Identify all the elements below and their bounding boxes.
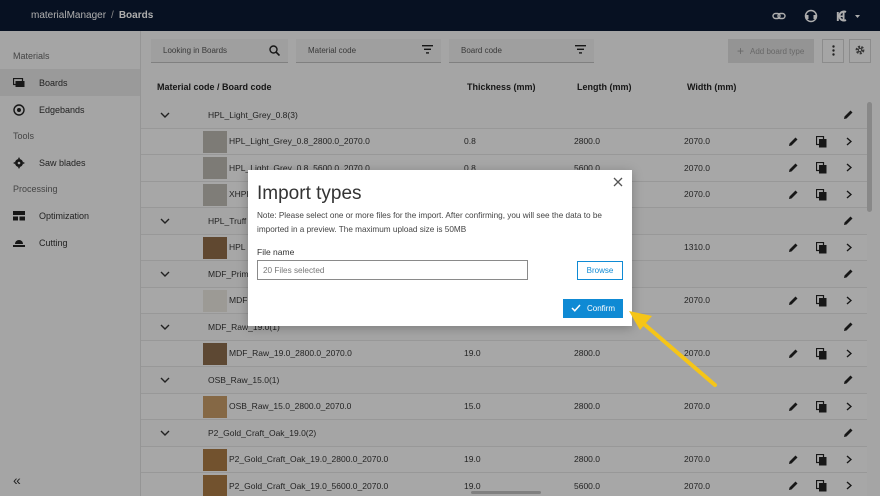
pointer-arrow-icon [629,311,717,387]
